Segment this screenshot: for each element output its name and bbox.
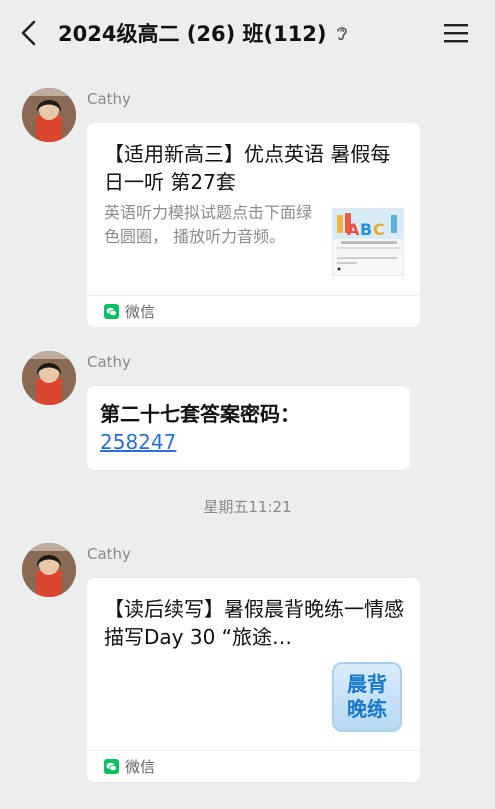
chat-title: 2024级高二 (26) 班(112) <box>58 18 349 48</box>
back-button[interactable] <box>14 18 44 48</box>
card-title: 【适用新高三】优点英语 暑假每日一听 第27套 <box>104 142 391 194</box>
sender-name: Cathy <box>87 353 131 371</box>
chat-title-text: 2024级高二 (26) 班(112) <box>58 22 327 46</box>
card-title: 【读后续写】暑假晨背晚练一情感描写Day 30 “旅途… <box>104 597 404 649</box>
article-card[interactable]: 【适用新高三】优点英语 暑假每日一听 第27套 英语听力模拟试题点击下面绿色圆圈… <box>87 123 420 327</box>
card-thumbnail: 晨背 晚练 <box>332 662 402 732</box>
wechat-icon <box>104 759 119 774</box>
card-source: 微信 <box>87 750 420 782</box>
svg-text:C: C <box>373 220 385 239</box>
timestamp: 星期五11:21 <box>203 498 292 516</box>
ear-icon <box>335 24 349 42</box>
card-description: 英语听力模拟试题点击下面绿色圆圈， 播放听力音频。 <box>104 203 313 246</box>
svg-text:B: B <box>360 220 372 239</box>
chevron-left-icon <box>21 20 36 46</box>
top-bar: 2024级高二 (26) 班(112) <box>0 0 495 66</box>
badge-line-2: 晚练 <box>347 697 387 721</box>
message-text: 第二十七套答案密码： <box>100 402 300 426</box>
hamburger-menu-icon <box>444 24 468 43</box>
card-source: 微信 <box>87 295 420 327</box>
avatar[interactable] <box>22 88 76 142</box>
password-link[interactable]: 258247 <box>100 428 397 456</box>
badge-line-1: 晨背 <box>347 672 387 696</box>
menu-button[interactable] <box>440 19 472 47</box>
card-source-label: 微信 <box>125 303 156 321</box>
card-thumbnail: A B C <box>332 208 404 276</box>
svg-text:A: A <box>347 220 360 239</box>
wechat-icon <box>104 304 119 319</box>
card-source-label: 微信 <box>125 758 156 776</box>
sender-name: Cathy <box>87 90 131 108</box>
article-card[interactable]: 【读后续写】暑假晨背晚练一情感描写Day 30 “旅途… 晨背 晚练 微信 <box>87 578 420 782</box>
avatar[interactable] <box>22 351 76 405</box>
avatar[interactable] <box>22 543 76 597</box>
text-bubble[interactable]: 第二十七套答案密码： 258247 <box>87 386 410 470</box>
sender-name: Cathy <box>87 545 131 563</box>
